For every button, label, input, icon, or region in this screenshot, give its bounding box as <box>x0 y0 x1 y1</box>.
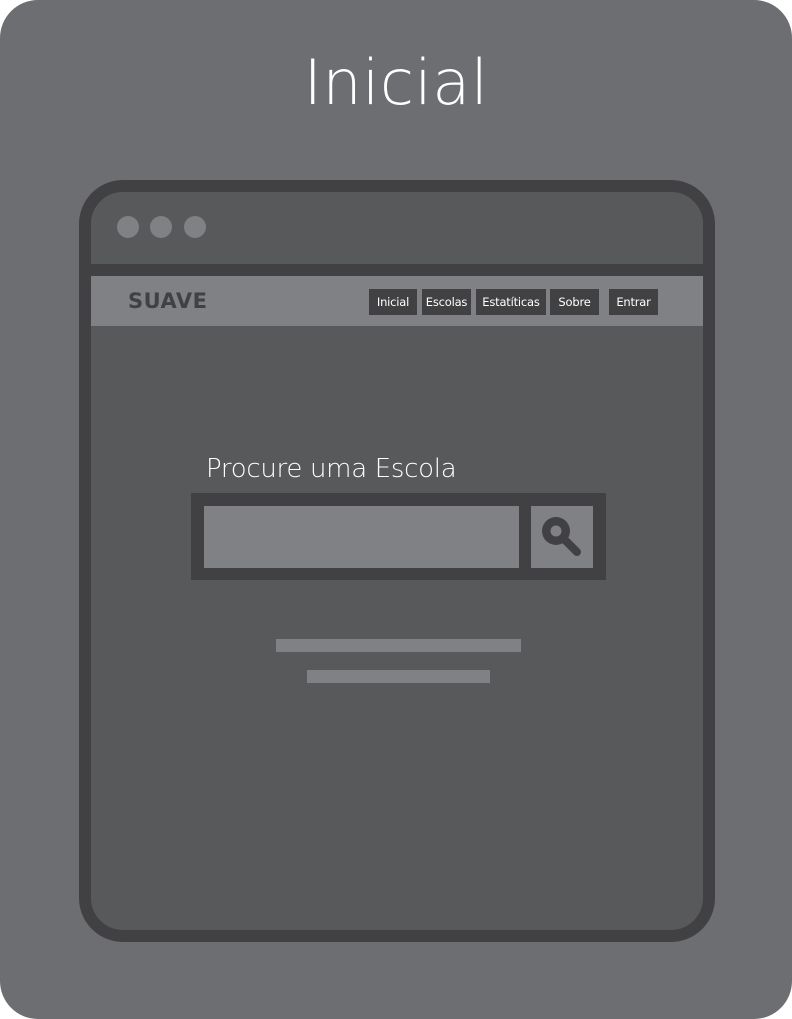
search-button[interactable] <box>531 506 593 568</box>
placeholder-text-line <box>276 639 521 652</box>
page-title: Inicial <box>303 46 489 119</box>
wireframe-card: Inicial SUAVE Inicial Escolas Estatítica… <box>0 0 792 1019</box>
nav-item-sobre[interactable]: Sobre <box>550 289 599 315</box>
browser-titlebar <box>91 192 703 276</box>
placeholder-text-line <box>307 670 490 683</box>
search-icon <box>542 517 581 556</box>
window-control-dot[interactable] <box>184 216 206 238</box>
nav-item-entrar[interactable]: Entrar <box>609 289 658 315</box>
search-input[interactable] <box>204 506 519 568</box>
nav-item-inicial[interactable]: Inicial <box>369 289 417 315</box>
nav-item-estatisticas[interactable]: Estatíticas <box>476 289 546 315</box>
nav-item-escolas[interactable]: Escolas <box>422 289 471 315</box>
logo[interactable]: SUAVE <box>128 289 207 313</box>
navbar: SUAVE Inicial Escolas Estatíticas Sobre … <box>91 276 703 326</box>
window-control-dot[interactable] <box>117 216 139 238</box>
search-box <box>191 493 606 580</box>
search-heading: Procure uma Escola <box>206 454 457 484</box>
window-control-dot[interactable] <box>150 216 172 238</box>
browser-window: SUAVE Inicial Escolas Estatíticas Sobre … <box>79 180 715 942</box>
